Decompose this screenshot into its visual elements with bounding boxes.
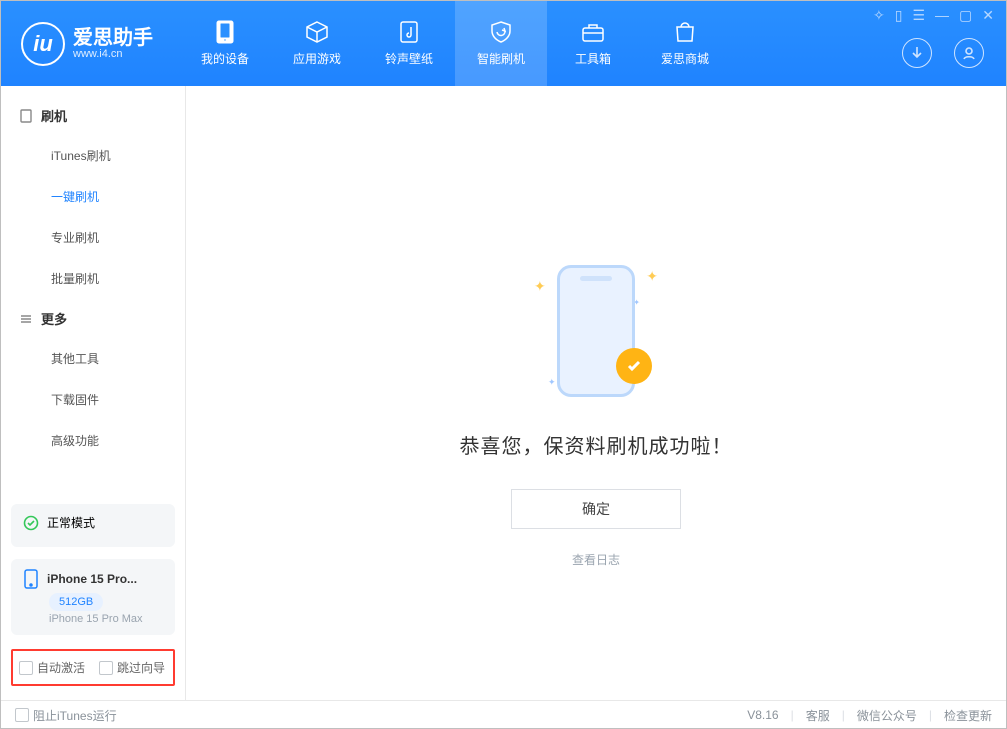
header-right-buttons — [902, 38, 984, 68]
menu-lines-icon — [19, 312, 33, 326]
ok-button[interactable]: 确定 — [511, 489, 681, 529]
device-model: iPhone 15 Pro Max — [49, 613, 163, 625]
option-label: 自动激活 — [37, 659, 85, 676]
sidebar-item-download-firmware[interactable]: 下载固件 — [1, 379, 185, 420]
device-info-panel[interactable]: iPhone 15 Pro... 512GB iPhone 15 Pro Max — [11, 559, 175, 635]
maximize-icon[interactable]: ▢ — [959, 7, 972, 24]
sidebar-item-advanced[interactable]: 高级功能 — [1, 420, 185, 461]
support-link[interactable]: 客服 — [806, 707, 830, 724]
nav-label: 应用游戏 — [293, 50, 341, 67]
phone-icon — [213, 20, 237, 44]
wechat-link[interactable]: 微信公众号 — [857, 707, 917, 724]
flash-options: 自动激活 跳过向导 — [11, 649, 175, 686]
nav-my-devices[interactable]: 我的设备 — [179, 1, 271, 86]
sidebar-item-oneclick-flash[interactable]: 一键刷机 — [1, 176, 185, 217]
sidebar: 刷机 iTunes刷机 一键刷机 专业刷机 批量刷机 更多 其他工具 下载固件 … — [1, 86, 186, 700]
nav-ringtones[interactable]: 铃声壁纸 — [363, 1, 455, 86]
sparkle-icon: ✦ — [534, 278, 546, 295]
nav-label: 铃声壁纸 — [385, 50, 433, 67]
version-label: V8.16 — [747, 708, 778, 722]
success-headline: 恭喜您，保资料刷机成功啦！ — [460, 430, 733, 459]
nav-toolbox[interactable]: 工具箱 — [547, 1, 639, 86]
app-name: 爱思助手 — [73, 28, 153, 48]
option-label: 阻止iTunes运行 — [33, 707, 117, 724]
device-mode-panel: 正常模式 — [11, 504, 175, 547]
nav-label: 爱思商城 — [661, 50, 709, 67]
device-capacity-badge: 512GB — [49, 593, 103, 611]
checkbox-auto-activate[interactable]: 自动激活 — [19, 659, 85, 676]
sidebar-item-other-tools[interactable]: 其他工具 — [1, 338, 185, 379]
check-circle-icon — [23, 515, 39, 531]
mobile-icon[interactable]: ▯ — [895, 7, 903, 24]
nav-label: 我的设备 — [201, 50, 249, 67]
device-mode: 正常模式 — [47, 514, 95, 531]
device-name: iPhone 15 Pro... — [47, 572, 137, 586]
app-url: www.i4.cn — [73, 48, 153, 60]
window-controls-small: ✧ ▯ ☰ — ▢ ✕ — [873, 7, 994, 24]
close-icon[interactable]: ✕ — [982, 7, 994, 24]
nav-apps[interactable]: 应用游戏 — [271, 1, 363, 86]
nav-store[interactable]: 爱思商城 — [639, 1, 731, 86]
device-icon — [19, 109, 33, 123]
cube-icon — [305, 20, 329, 44]
sidebar-group-title: 更多 — [41, 309, 67, 328]
menu-icon[interactable]: ☰ — [912, 7, 925, 24]
sidebar-group-flash[interactable]: 刷机 — [1, 96, 185, 135]
success-check-icon — [616, 348, 652, 384]
checkbox-block-itunes[interactable]: 阻止iTunes运行 — [15, 707, 117, 724]
profile-button[interactable] — [954, 38, 984, 68]
check-update-link[interactable]: 检查更新 — [944, 707, 992, 724]
checkbox-skip-guide[interactable]: 跳过向导 — [99, 659, 165, 676]
app-logo: iu 爱思助手 www.i4.cn — [1, 1, 179, 86]
music-icon — [397, 20, 421, 44]
top-nav: 我的设备 应用游戏 铃声壁纸 智能刷机 工具箱 爱思商城 — [179, 1, 731, 86]
sparkle-icon: ✦ — [548, 377, 556, 388]
refresh-shield-icon — [489, 20, 513, 44]
download-button[interactable] — [902, 38, 932, 68]
sidebar-group-more[interactable]: 更多 — [1, 299, 185, 338]
success-illustration: ✦ ✦ ✦ ✦ — [526, 256, 666, 406]
nav-label: 工具箱 — [575, 50, 611, 67]
sparkle-icon: ✦ — [646, 268, 658, 285]
sidebar-item-batch-flash[interactable]: 批量刷机 — [1, 258, 185, 299]
bag-icon — [673, 20, 697, 44]
main-content: ✦ ✦ ✦ ✦ 恭喜您，保资料刷机成功啦！ 确定 查看日志 — [186, 86, 1006, 700]
sidebar-item-pro-flash[interactable]: 专业刷机 — [1, 217, 185, 258]
sidebar-item-itunes-flash[interactable]: iTunes刷机 — [1, 135, 185, 176]
view-log-link[interactable]: 查看日志 — [572, 551, 620, 568]
toolbox-icon — [581, 20, 605, 44]
option-label: 跳过向导 — [117, 659, 165, 676]
app-header: iu 爱思助手 www.i4.cn 我的设备 应用游戏 铃声壁纸 智能刷机 工具… — [1, 1, 1006, 86]
theme-icon[interactable]: ✧ — [873, 7, 885, 24]
logo-icon: iu — [21, 22, 65, 66]
phone-small-icon — [23, 569, 39, 589]
nav-label: 智能刷机 — [477, 50, 525, 67]
minimize-icon[interactable]: — — [935, 7, 949, 24]
nav-flash[interactable]: 智能刷机 — [455, 1, 547, 86]
sidebar-group-title: 刷机 — [41, 106, 67, 125]
status-bar: 阻止iTunes运行 V8.16 | 客服 | 微信公众号 | 检查更新 — [1, 700, 1006, 729]
